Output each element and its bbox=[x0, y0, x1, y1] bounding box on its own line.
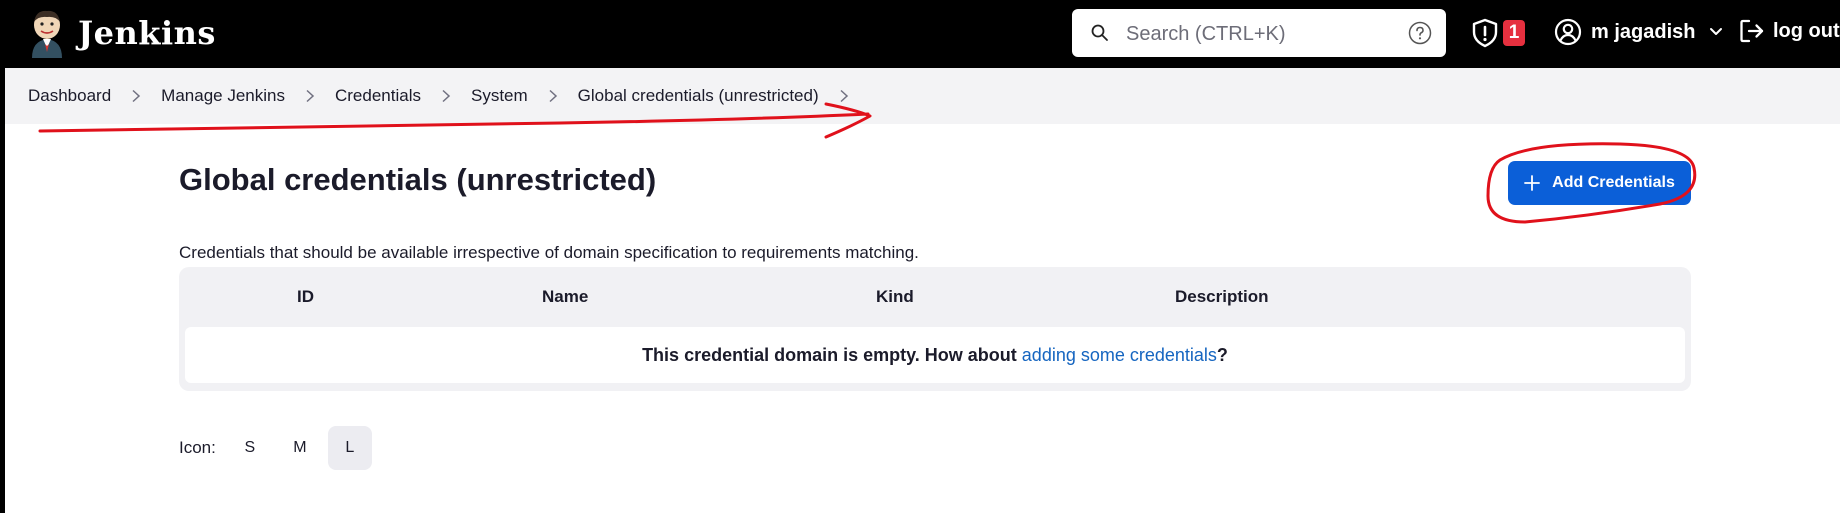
chevron-right-icon[interactable] bbox=[305, 89, 315, 103]
adding-credentials-link[interactable]: adding some credentials bbox=[1022, 345, 1217, 366]
breadcrumb-item-system: System bbox=[471, 86, 578, 106]
chevron-right-icon[interactable] bbox=[441, 89, 451, 103]
credentials-table: ID Name Kind Description This credential… bbox=[179, 267, 1691, 391]
top-header: Jenkins 1 m jagadish bbox=[0, 0, 1840, 68]
search-input[interactable] bbox=[1124, 17, 1388, 51]
chevron-right-icon[interactable] bbox=[548, 89, 558, 103]
icon-size-small[interactable]: S bbox=[228, 426, 272, 470]
column-header-kind[interactable]: Kind bbox=[876, 287, 914, 307]
brand-name: Jenkins bbox=[78, 14, 216, 52]
breadcrumb-link-credentials[interactable]: Credentials bbox=[335, 86, 421, 106]
icon-size-selector: Icon: S M L bbox=[179, 426, 378, 470]
security-warnings-button[interactable]: 1 bbox=[1471, 18, 1525, 48]
search-icon bbox=[1091, 24, 1108, 41]
chevron-down-icon[interactable] bbox=[1709, 27, 1723, 37]
help-icon[interactable] bbox=[1408, 21, 1432, 45]
column-header-description[interactable]: Description bbox=[1175, 287, 1269, 307]
plus-icon bbox=[1524, 175, 1541, 191]
user-name: m jagadish bbox=[1591, 20, 1696, 43]
empty-state-suffix: ? bbox=[1216, 344, 1228, 365]
chevron-right-icon[interactable] bbox=[839, 89, 849, 103]
column-header-name[interactable]: Name bbox=[542, 287, 588, 307]
logout-label: log out bbox=[1773, 19, 1840, 42]
icon-size-medium[interactable]: M bbox=[278, 426, 322, 470]
breadcrumb-link-global-credentials[interactable]: Global credentials (unrestricted) bbox=[578, 86, 819, 106]
logout-link[interactable]: log out bbox=[1739, 18, 1840, 44]
breadcrumb-item-global-credentials: Global credentials (unrestricted) bbox=[578, 86, 869, 106]
add-credentials-label: Add Credentials bbox=[1552, 174, 1675, 191]
jenkins-home-link[interactable]: Jenkins bbox=[26, 8, 216, 58]
logout-icon bbox=[1740, 19, 1764, 43]
page-description: Credentials that should be available irr… bbox=[179, 243, 919, 262]
window-left-edge bbox=[0, 0, 5, 513]
search-box[interactable] bbox=[1072, 9, 1446, 57]
user-menu[interactable]: m jagadish bbox=[1554, 18, 1723, 46]
add-credentials-button[interactable]: Add Credentials bbox=[1508, 161, 1691, 205]
empty-state-row: This credential domain is empty. How abo… bbox=[185, 327, 1685, 383]
user-avatar-icon bbox=[1554, 18, 1582, 46]
breadcrumb-item-dashboard: Dashboard bbox=[28, 86, 161, 106]
breadcrumb-link-manage-jenkins[interactable]: Manage Jenkins bbox=[161, 86, 285, 106]
breadcrumb-item-credentials: Credentials bbox=[335, 86, 471, 106]
icon-size-large[interactable]: L bbox=[327, 426, 372, 470]
empty-state-text: This credential domain is empty. How abo… bbox=[642, 344, 1022, 365]
breadcrumb: Dashboard Manage Jenkins Credentials Sys… bbox=[0, 68, 1840, 124]
breadcrumb-link-dashboard[interactable]: Dashboard bbox=[28, 86, 111, 106]
security-warning-count-badge: 1 bbox=[1503, 20, 1525, 46]
jenkins-logo-icon bbox=[32, 10, 62, 58]
page-title: Global credentials (unrestricted) bbox=[179, 162, 657, 197]
breadcrumb-link-system[interactable]: System bbox=[471, 86, 528, 106]
chevron-right-icon[interactable] bbox=[131, 89, 141, 103]
column-header-id[interactable]: ID bbox=[297, 287, 314, 307]
shield-icon bbox=[1472, 18, 1498, 48]
breadcrumb-item-manage-jenkins: Manage Jenkins bbox=[161, 86, 335, 106]
icon-size-label: Icon: bbox=[179, 438, 216, 457]
